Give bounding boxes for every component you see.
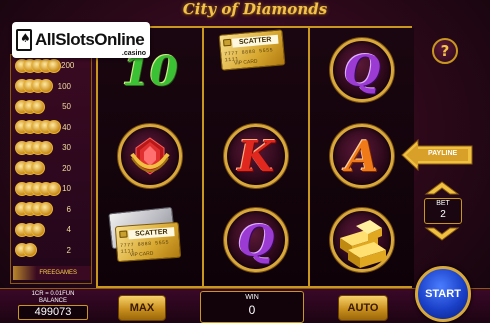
paytable-value: 10 [62,184,71,193]
paytable-value: 50 [62,102,71,111]
paytable-value: 40 [62,122,71,132]
paytable-value: 6 [66,204,71,214]
paytable-row: 200 [13,57,91,74]
coin-stack-icon [15,79,53,93]
payline-label: PAYLINE [428,150,458,157]
coin-stack-icon [15,120,61,134]
max-bet-button[interactable]: MAX [118,295,166,321]
card-spade-icon [16,29,32,51]
credit-info: 1CR = 0.01FUN BALANCE 499073 [18,291,88,320]
balance-value: 499073 [18,305,88,320]
coin-icon [31,222,45,237]
paytable-row: 6 [13,201,91,218]
watermark-suffix: .casino [121,50,146,57]
scatter-card: SCATTER 7777 8888 5555 1111 VIP CARD [218,29,286,71]
reel-2: SCATTER 7777 8888 5555 1111 VIP CARD K Q [204,28,308,286]
bet-label: BET [436,200,450,207]
paytable-row: 100 [13,78,91,95]
scatter-vip: VIP CARD [233,58,258,67]
ruby-ring-icon [130,137,170,175]
coin-stack-icon [15,222,45,237]
coin-icon [31,161,45,175]
symbol-ring [110,120,190,194]
symbol-a: A [322,120,402,194]
paytable-value: 200 [61,61,75,70]
coin-icon [39,202,53,216]
paytable-value: 2 [66,245,71,255]
coin-icon [23,243,37,257]
start-button[interactable]: START [415,266,471,322]
win-display: WIN 0 [200,291,304,323]
symbol-q: Q [216,204,296,278]
watermark-brand: AllSlotsOnline [35,30,145,49]
coin-stack-icon [15,161,45,175]
credit-ratio: 1CR = 0.01FUN [31,291,75,297]
allslotsonline-watermark: AllSlotsOnline .casino [12,22,150,58]
coin-stack-icon [15,181,61,196]
paytable-value: 20 [62,163,71,173]
reel-3: Q A [310,28,414,286]
scatter-vip: VIP CARD [129,250,154,259]
reels-area: 10 SCATTER 7777 8888 5555 1111 VIP CARD … [96,26,414,288]
bet-up-arrow-icon[interactable] [424,180,460,196]
scatter-label: SCATTER [231,34,279,48]
symbol-k-letter: K [237,131,275,181]
symbol-a-letter: A [345,131,379,181]
paytable-value: 30 [62,143,71,152]
symbol-q-letter: Q [343,45,381,95]
symbol-scatter: SCATTER 7777 8888 5555 1111 VIP CARD [108,204,190,278]
win-value: 0 [248,303,256,317]
symbol-gold-bars [322,204,402,278]
paytable-row: 4 [13,221,91,238]
paytable-value: 4 [66,225,71,234]
help-button[interactable]: ? [432,38,458,64]
scatter-card: SCATTER 7777 8888 5555 1111 VIP CARD [114,221,182,263]
scatter-label: SCATTER [128,227,175,240]
paytable-row: 40 [13,119,91,136]
paytable: FREEGAMES 200 100 50 40 30 20 10 6 4 2 [10,54,92,284]
symbol-k: K [216,120,296,194]
paytable-row: 20 [13,160,91,177]
coin-icon [39,79,53,93]
coin-icon [31,99,45,114]
freegames-label: FREEGAMES [13,266,91,280]
symbol-q: Q [322,34,402,108]
bet-value: 2 [440,209,446,220]
coin-icon [47,181,61,196]
game-title: City of Diamonds [182,0,328,18]
coin-stack-icon [15,58,61,73]
bet-display: BET 2 [424,198,462,224]
coin-stack-icon [15,202,53,216]
reel-1: 10 SCATTER 7777 8888 5555 1111 VIP CARD [98,28,202,286]
paytable-value: 100 [57,81,71,91]
bet-down-arrow-icon[interactable] [424,226,460,242]
auto-button[interactable]: AUTO [338,295,388,321]
coin-stack-icon [15,140,53,155]
paytable-row: 2 [13,242,91,259]
coin-icon [47,58,61,73]
balance-label: BALANCE [38,298,67,304]
coin-stack-icon [15,99,45,114]
coin-icon [39,140,53,155]
win-label: WIN [245,294,259,301]
paytable-row: 10 [13,180,91,197]
paytable-row: 30 [13,139,91,156]
coin-icon [47,120,61,134]
coin-stack-icon [15,243,37,257]
slot-game-screen: AllSlotsOnline .casino City of Diamonds … [0,0,490,323]
gold-bars-icon [340,220,386,268]
paytable-row: 50 [13,98,91,115]
symbol-scatter: SCATTER 7777 8888 5555 1111 VIP CARD [216,29,296,104]
symbol-q-letter: Q [237,215,275,265]
